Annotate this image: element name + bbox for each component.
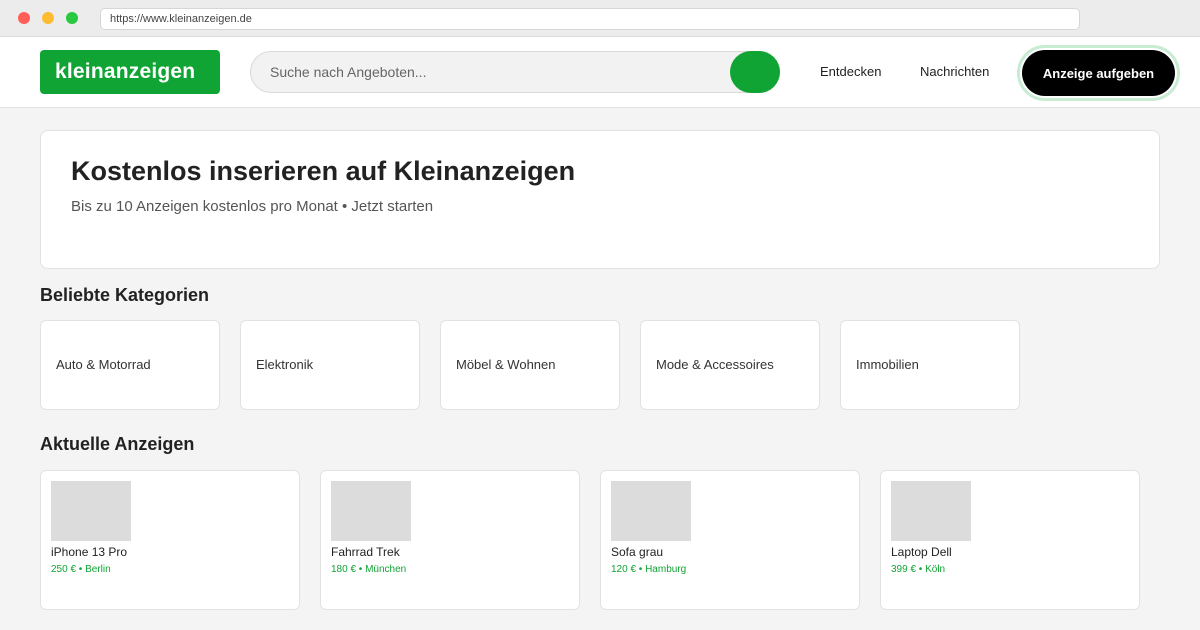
post-ad-button[interactable]: Anzeige aufgeben xyxy=(1017,45,1180,101)
hero-title: Kostenlos inserieren auf Kleinanzeigen xyxy=(71,156,576,186)
ad-title: Sofa grau xyxy=(611,545,664,559)
ad-card[interactable]: Fahrrad Trek 180 € • München xyxy=(320,470,580,610)
hero-banner: Kostenlos inserieren auf Kleinanzeigen B… xyxy=(40,130,1160,269)
ad-image-placeholder xyxy=(891,481,971,541)
ad-price-location: 180 € • München xyxy=(331,564,407,575)
category-label: Immobilien xyxy=(856,357,919,372)
address-bar[interactable]: https://www.kleinanzeigen.de xyxy=(100,8,1080,30)
site-header: kleinanzeigen Entdecken Nachrichten Anze… xyxy=(0,37,1200,108)
ad-image-placeholder xyxy=(331,481,411,541)
latest-ads-heading: Aktuelle Anzeigen xyxy=(40,434,195,454)
site-logo[interactable]: kleinanzeigen xyxy=(40,50,220,94)
window-maximize-button[interactable] xyxy=(66,12,78,24)
ad-price-location: 120 € • Hamburg xyxy=(611,564,687,575)
category-label: Möbel & Wohnen xyxy=(456,357,556,372)
category-card[interactable]: Möbel & Wohnen xyxy=(440,320,620,410)
category-card[interactable]: Elektronik xyxy=(240,320,420,410)
post-ad-button-label: Anzeige aufgeben xyxy=(1022,50,1175,96)
ad-card[interactable]: iPhone 13 Pro 250 € • Berlin xyxy=(40,470,300,610)
search-input[interactable] xyxy=(251,52,731,92)
hero-subtitle: Bis zu 10 Anzeigen kostenlos pro Monat •… xyxy=(71,198,434,215)
browser-chrome: https://www.kleinanzeigen.de xyxy=(0,0,1200,37)
categories-heading: Beliebte Kategorien xyxy=(40,285,210,305)
ad-price-location: 250 € • Berlin xyxy=(51,564,111,575)
ad-image-placeholder xyxy=(51,481,131,541)
category-label: Elektronik xyxy=(256,357,314,372)
category-label: Mode & Accessoires xyxy=(656,357,774,372)
search-bar xyxy=(250,51,780,93)
ad-card[interactable]: Laptop Dell 399 € • Köln xyxy=(880,470,1140,610)
category-card[interactable]: Mode & Accessoires xyxy=(640,320,820,410)
ad-title: Fahrrad Trek xyxy=(331,545,400,559)
window-minimize-button[interactable] xyxy=(42,12,54,24)
category-card[interactable]: Immobilien xyxy=(840,320,1020,410)
search-button[interactable] xyxy=(730,51,780,93)
ad-title: iPhone 13 Pro xyxy=(51,545,128,559)
ad-title: Laptop Dell xyxy=(891,545,952,559)
ad-price-location: 399 € • Köln xyxy=(891,564,946,575)
ad-card[interactable]: Sofa grau 120 € • Hamburg xyxy=(600,470,860,610)
window-close-button[interactable] xyxy=(18,12,30,24)
nav-messages-link[interactable]: Nachrichten xyxy=(920,64,989,79)
category-label: Auto & Motorrad xyxy=(56,357,151,372)
nav-discover-link[interactable]: Entdecken xyxy=(820,64,881,79)
category-card[interactable]: Auto & Motorrad xyxy=(40,320,220,410)
ad-image-placeholder xyxy=(611,481,691,541)
